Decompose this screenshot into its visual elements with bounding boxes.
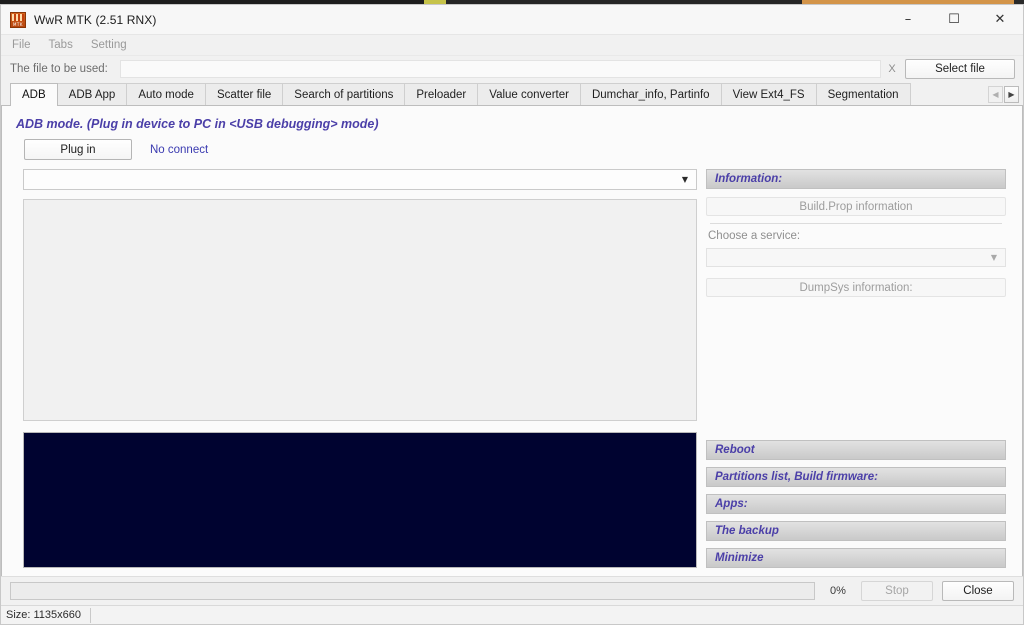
content-columns: ▼ Information: Build.Prop information Ch… <box>2 160 1022 576</box>
panel-divider <box>710 223 1002 224</box>
tab-dumchar-info-partinfo[interactable]: Dumchar_info, Partinfo <box>579 83 722 105</box>
section-apps[interactable]: Apps: <box>706 494 1006 514</box>
minimize-button[interactable]: – <box>885 5 931 34</box>
tab-scroll-right-icon[interactable]: ▶ <box>1004 85 1019 103</box>
adb-mode-title: ADB mode. (Plug in device to PC in <USB … <box>16 117 379 131</box>
tab-scroll-controls: ◀ ▶ <box>988 83 1023 105</box>
file-path-input[interactable] <box>119 60 881 78</box>
close-icon: ✕ <box>994 12 1006 27</box>
progress-bar <box>10 582 815 600</box>
close-window-button[interactable]: ✕ <box>977 5 1023 34</box>
tab-scroll-left-icon[interactable]: ◀ <box>988 85 1003 103</box>
dumpsys-information-button[interactable]: DumpSys information: <box>706 278 1006 297</box>
tab-adb-app[interactable]: ADB App <box>56 83 128 105</box>
chevron-down-icon: ▼ <box>990 253 998 262</box>
menu-tabs[interactable]: Tabs <box>45 37 82 54</box>
title-bar: MTK WwR MTK (2.51 RNX) – ☐ ✕ <box>1 5 1023 35</box>
console-output-area[interactable] <box>23 432 697 568</box>
tab-auto-mode[interactable]: Auto mode <box>126 83 206 105</box>
menu-bar: File Tabs Setting <box>1 35 1023 56</box>
plug-in-button[interactable]: Plug in <box>24 139 132 160</box>
accordion-sections: Reboot Partitions list, Build firmware: … <box>706 440 1006 576</box>
left-column: ▼ <box>23 169 697 576</box>
connection-row: Plug in No connect <box>2 131 1022 160</box>
choose-a-service-label: Choose a service: <box>708 230 801 242</box>
section-minimize[interactable]: Minimize <box>706 548 1006 568</box>
adb-tab-page: ADB mode. (Plug in device to PC in <USB … <box>1 106 1023 576</box>
panel-spacer <box>706 297 1006 440</box>
tab-strip: ADB ADB App Auto mode Scatter file Searc… <box>1 82 1023 106</box>
file-selection-row: The file to be used: X Select file <box>1 56 1023 82</box>
maximize-button[interactable]: ☐ <box>931 5 977 34</box>
information-section-header[interactable]: Information: <box>706 169 1006 189</box>
menu-setting[interactable]: Setting <box>87 37 136 54</box>
status-size-label: Size: 1135x660 <box>1 607 92 623</box>
window-title: WwR MTK (2.51 RNX) <box>34 12 157 27</box>
stop-button[interactable]: Stop <box>861 581 933 601</box>
close-button[interactable]: Close <box>942 581 1014 601</box>
file-to-be-used-label: The file to be used: <box>10 63 108 75</box>
device-select-combobox[interactable]: ▼ <box>23 169 697 190</box>
select-file-button[interactable]: Select file <box>905 59 1015 79</box>
tab-scatter-file[interactable]: Scatter file <box>204 83 284 105</box>
application-window: MTK WwR MTK (2.51 RNX) – ☐ ✕ File Tabs S… <box>0 4 1024 625</box>
status-bar: Size: 1135x660 <box>1 605 1023 624</box>
section-the-backup[interactable]: The backup <box>706 521 1006 541</box>
connection-status-text: No connect <box>150 143 209 156</box>
tab-search-of-partitions[interactable]: Search of partitions <box>282 83 406 105</box>
service-select-combobox[interactable]: ▼ <box>706 248 1006 267</box>
device-info-textarea[interactable] <box>23 199 697 421</box>
mtk-logo-icon: MTK <box>10 11 26 28</box>
tab-view-ext4-fs[interactable]: View Ext4_FS <box>720 83 817 105</box>
right-column: Information: Build.Prop information Choo… <box>706 169 1014 576</box>
clear-file-icon[interactable]: X <box>881 60 903 78</box>
build-prop-information-button[interactable]: Build.Prop information <box>706 197 1006 216</box>
maximize-icon: ☐ <box>948 12 960 27</box>
window-controls: – ☐ ✕ <box>885 5 1023 34</box>
minimize-icon: – <box>904 12 912 27</box>
tab-value-converter[interactable]: Value converter <box>477 83 581 105</box>
section-reboot[interactable]: Reboot <box>706 440 1006 460</box>
tab-segmentation[interactable]: Segmentation <box>815 83 911 105</box>
footer-bar: 0% Stop Close <box>1 576 1023 605</box>
progress-percent-label: 0% <box>830 585 846 597</box>
chevron-down-icon: ▼ <box>681 175 689 184</box>
menu-file[interactable]: File <box>8 37 40 54</box>
tab-adb[interactable]: ADB <box>10 83 58 106</box>
tab-preloader[interactable]: Preloader <box>404 83 479 105</box>
section-partitions-list[interactable]: Partitions list, Build firmware: <box>706 467 1006 487</box>
